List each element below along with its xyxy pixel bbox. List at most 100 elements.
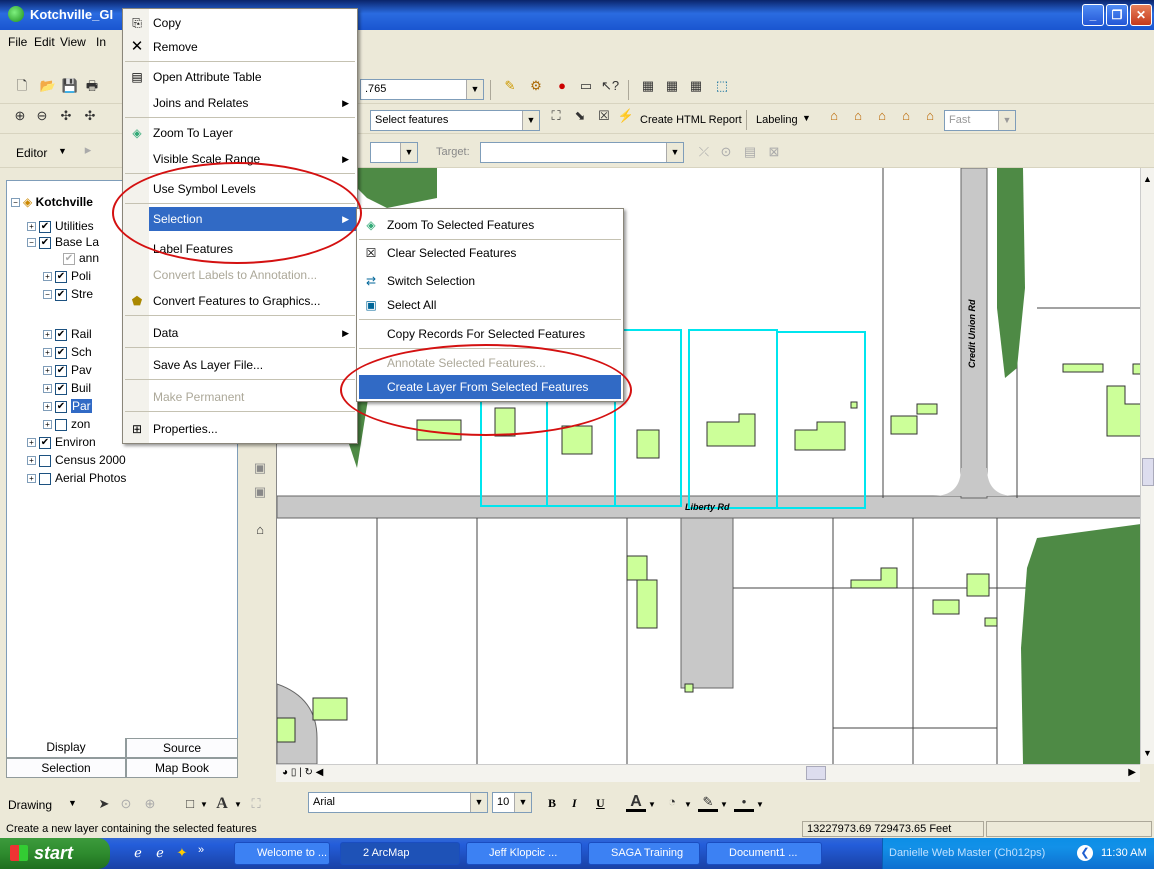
map-horizontal-scrollbar[interactable]: ◕ ▯ | ↻ ◀ ▶ xyxy=(276,764,1140,782)
chevron-down-icon[interactable]: ▼ xyxy=(200,800,208,809)
task-saga-training[interactable]: SAGA Training xyxy=(588,842,700,865)
italic-button[interactable]: I xyxy=(572,796,577,811)
chevron-down-icon[interactable]: ▼ xyxy=(514,793,531,812)
table-grid-icon[interactable]: ▦ xyxy=(662,76,682,96)
layer-checkbox[interactable]: ✔ xyxy=(63,252,75,265)
toc-layer-census[interactable]: + Census 2000 xyxy=(27,453,126,467)
chevron-down-icon[interactable]: ▼ xyxy=(466,80,483,99)
maximize-button[interactable]: ❐ xyxy=(1106,4,1128,26)
chevron-down-icon[interactable]: ▼ xyxy=(720,800,728,809)
arctoolbox-icon[interactable]: ⚙ xyxy=(526,76,546,96)
menu-item-joins-relates[interactable]: Joins and Relates ▶ xyxy=(123,91,357,115)
menu-item-open-attribute-table[interactable]: ▤ Open Attribute Table xyxy=(123,65,357,89)
label-weights-icon[interactable]: ⌂ xyxy=(848,106,868,126)
font-color-icon[interactable]: A xyxy=(626,792,646,812)
grid-layout-icon[interactable]: ⌂ xyxy=(250,520,270,540)
menu-item-convert-features[interactable]: ⬟ Convert Features to Graphics... xyxy=(123,289,357,313)
scroll-right-icon[interactable]: ▶ xyxy=(1128,767,1136,778)
bold-button[interactable]: B xyxy=(548,796,556,811)
map-scale-combo[interactable]: .765 ▼ xyxy=(360,79,484,100)
toc-layer-political[interactable]: + ✔ Poli xyxy=(43,269,91,283)
chevron-down-icon[interactable]: ▼ xyxy=(998,111,1015,130)
expand-icon[interactable]: + xyxy=(43,348,52,358)
menu-view[interactable]: View xyxy=(60,35,86,49)
rotate-tool-icon[interactable]: ⊙ xyxy=(716,142,736,162)
label-manager-icon[interactable]: ⌂ xyxy=(824,106,844,126)
drawing-menu[interactable]: Drawing xyxy=(8,798,52,812)
toc-layer-pavement[interactable]: + ✔ Pav xyxy=(43,363,92,377)
expand-icon[interactable]: + xyxy=(27,438,36,448)
attribute-grid-icon[interactable]: ▦ xyxy=(686,76,706,96)
task-combo[interactable]: ▼ xyxy=(370,142,418,163)
toc-layer-rail[interactable]: + ✔ Rail xyxy=(43,327,92,341)
fixed-zoom-out-icon[interactable]: ✣ xyxy=(80,106,100,126)
task-jeff-klopcic[interactable]: Jeff Klopcic ... xyxy=(466,842,582,865)
select-elements-arrow-icon[interactable]: ➤ xyxy=(94,794,114,814)
menu-item-clear-selected[interactable]: ☒ Clear Selected Features xyxy=(357,241,623,265)
task-arcmap[interactable]: 2 ArcMap xyxy=(340,842,460,865)
rotate-icon[interactable]: ⊙ xyxy=(116,794,136,814)
label-priority-icon[interactable]: ⌂ xyxy=(872,106,892,126)
tab-source[interactable]: Source xyxy=(126,738,238,758)
edit-vertices-icon[interactable]: ⛶ xyxy=(246,794,266,814)
layer-checkbox[interactable] xyxy=(39,472,51,485)
layer-checkbox[interactable]: ✔ xyxy=(39,436,51,449)
chevron-down-icon[interactable]: ▼ xyxy=(400,143,417,162)
chevron-down-icon[interactable]: ▼ xyxy=(58,146,67,156)
tab-display[interactable]: Display xyxy=(6,738,126,758)
command-line-icon[interactable]: ▭ xyxy=(576,76,596,96)
toc-layer-streets[interactable]: − ✔ Stre xyxy=(43,287,93,301)
layout-view-icon[interactable]: ◕ ▯ | ↻ ◀ xyxy=(282,767,323,778)
minimize-button[interactable]: _ xyxy=(1082,4,1104,26)
sketch-properties-icon[interactable]: ⊠ xyxy=(764,142,784,162)
toc-layer-zoning[interactable]: + zon xyxy=(43,417,90,431)
chevron-down-icon[interactable]: ▼ xyxy=(684,800,692,809)
layer-checkbox[interactable]: ✔ xyxy=(55,382,67,395)
task-welcome[interactable]: Welcome to ... xyxy=(234,842,330,865)
collapse-icon[interactable]: − xyxy=(27,238,36,248)
quicklaunch-icon[interactable]: ✦ xyxy=(172,843,192,863)
collapse-icon[interactable]: − xyxy=(43,290,52,300)
menu-item-copy[interactable]: ⎘ Copy xyxy=(123,11,357,35)
select-by-location-icon[interactable]: ⛶ xyxy=(546,106,566,126)
chevron-down-icon[interactable]: ▼ xyxy=(648,800,656,809)
menu-item-convert-labels[interactable]: Convert Labels to Annotation... xyxy=(123,263,357,287)
font-size-combo[interactable]: 10 ▼ xyxy=(492,792,532,813)
line-color-icon[interactable]: ✎ xyxy=(698,792,718,812)
select-elements-icon[interactable]: ⬊ xyxy=(570,106,590,126)
menu-item-zoom-to-selected[interactable]: ◈ Zoom To Selected Features xyxy=(357,213,623,237)
menu-item-remove[interactable]: ✕ Remove xyxy=(123,35,357,59)
menu-edit[interactable]: Edit xyxy=(34,35,55,49)
tab-map-book[interactable]: Map Book xyxy=(126,758,238,778)
text-tool-icon[interactable]: A xyxy=(212,794,232,814)
ie-icon[interactable]: ℯ xyxy=(150,843,170,863)
layer-checkbox[interactable]: ✔ xyxy=(55,400,67,413)
layer-checkbox[interactable]: ✔ xyxy=(55,364,67,377)
expand-icon[interactable]: + xyxy=(43,384,52,394)
new-document-icon[interactable]: 🗋 xyxy=(12,76,32,96)
menu-insert[interactable]: In xyxy=(96,35,106,49)
scrollbar-thumb[interactable] xyxy=(806,766,826,780)
create-html-report-button[interactable]: Create HTML Report xyxy=(640,114,742,126)
clear-selection-icon[interactable]: ☒ xyxy=(594,106,614,126)
toc-layer-buildings[interactable]: + ✔ Buil xyxy=(43,381,91,395)
expand-icon[interactable]: + xyxy=(43,330,52,340)
expand-icon[interactable]: + xyxy=(43,420,52,430)
toc-layer-schools[interactable]: + ✔ Sch xyxy=(43,345,92,359)
chevron-down-icon[interactable]: ▼ xyxy=(756,800,764,809)
menu-item-properties[interactable]: ⊞ Properties... xyxy=(123,417,357,441)
layer-checkbox[interactable]: ✔ xyxy=(55,328,67,341)
marker-color-icon[interactable]: • xyxy=(734,792,754,812)
menu-item-switch-selection[interactable]: ⇄ Switch Selection xyxy=(357,269,623,293)
save-icon[interactable]: 💾 xyxy=(60,76,80,96)
tab-selection[interactable]: Selection xyxy=(6,758,126,778)
toc-layer-utilities[interactable]: + ✔ Utilities xyxy=(27,219,94,233)
toc-root-dataframe[interactable]: − ◈ Kotchville xyxy=(11,195,93,209)
edit-tool-icon[interactable]: ▸ xyxy=(78,140,98,160)
labeling-menu[interactable]: Labeling xyxy=(756,114,798,126)
selection-method-combo[interactable]: Select features ▼ xyxy=(370,110,540,131)
whats-this-icon[interactable]: ↖? xyxy=(600,76,620,96)
layer-checkbox[interactable] xyxy=(55,418,67,431)
chevron-down-icon[interactable]: ▼ xyxy=(522,111,539,130)
page-icon[interactable]: ▣ xyxy=(250,482,270,502)
